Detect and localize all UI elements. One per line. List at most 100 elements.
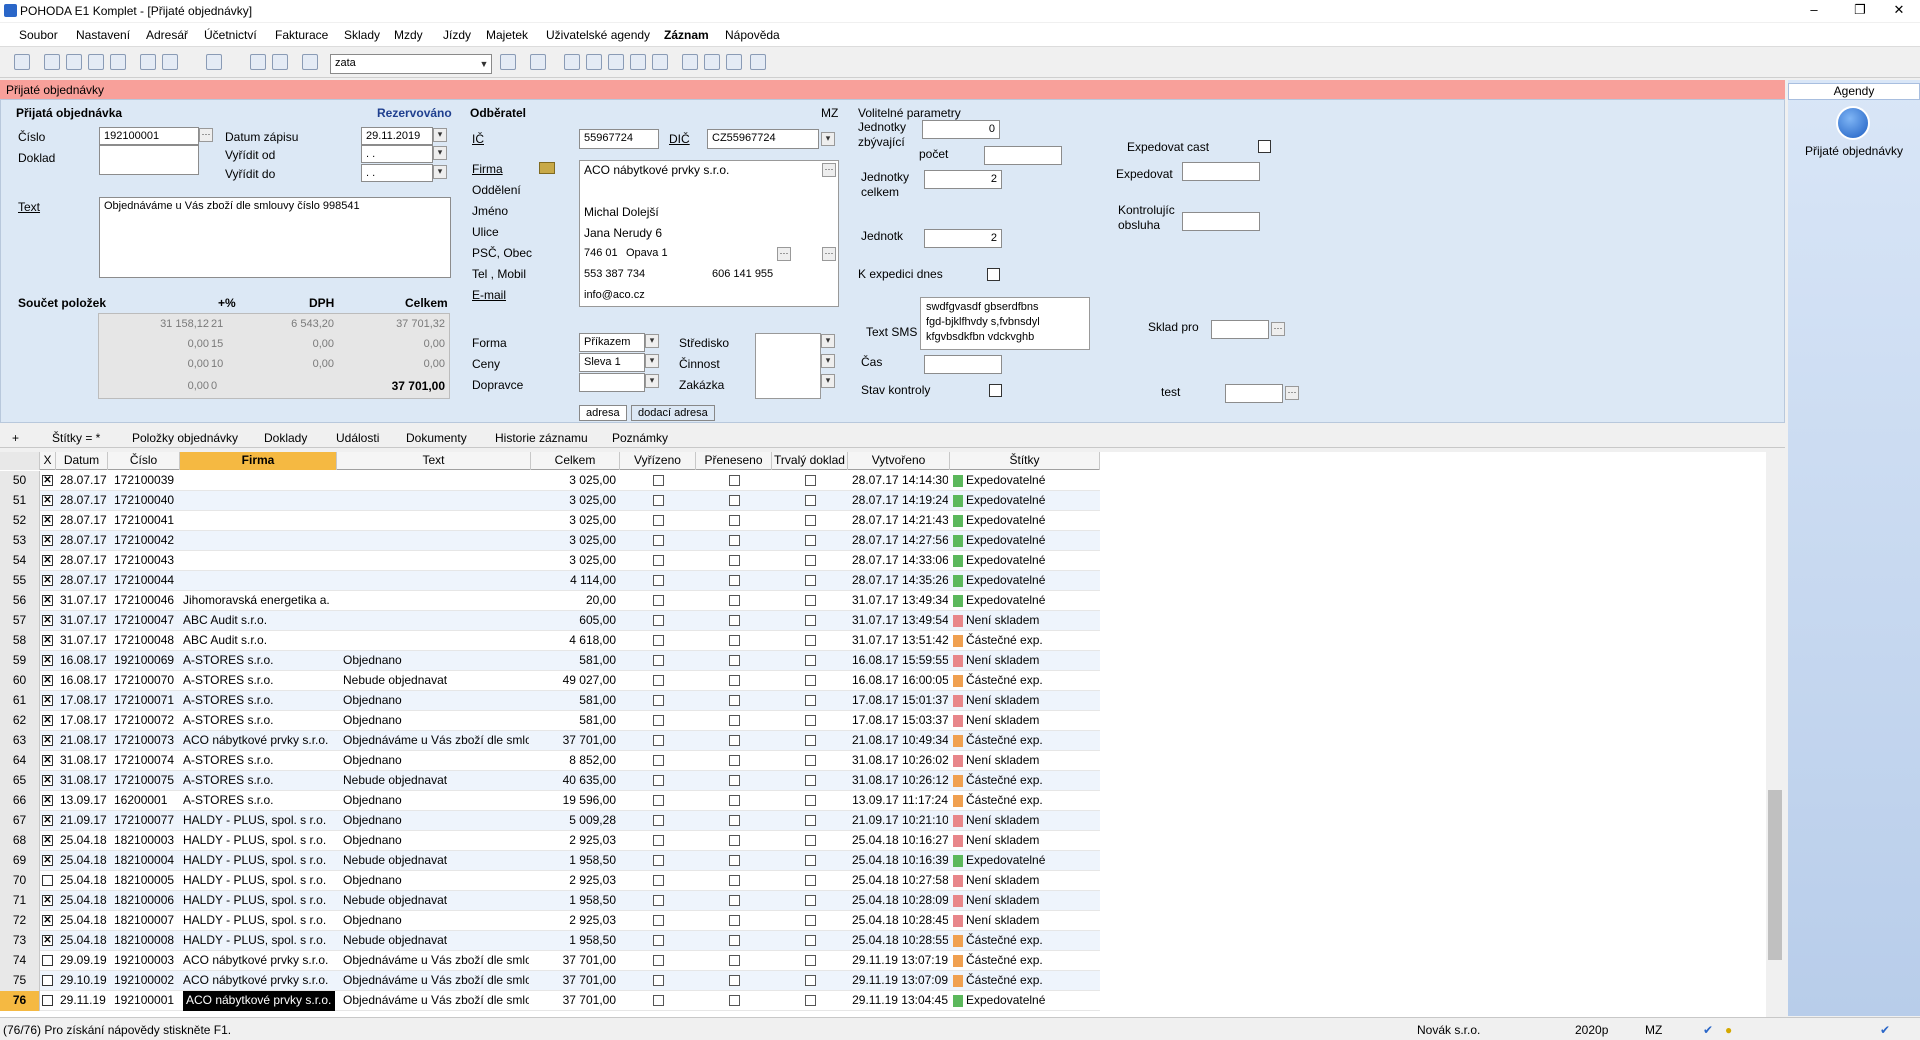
k-expedici-checkbox[interactable] xyxy=(987,268,1000,281)
tab-historie[interactable]: Historie záznamu xyxy=(495,431,588,445)
cell-vyrizeno-checkbox[interactable] xyxy=(653,715,664,726)
cell-preneseno-checkbox[interactable] xyxy=(729,815,740,826)
forma-field[interactable]: Příkazem xyxy=(579,333,645,352)
cinnost-dropdown[interactable]: ▾ xyxy=(821,354,835,368)
agenda-item-prijate-objednavky[interactable]: Přijaté objednávky xyxy=(1788,144,1920,158)
cell-preneseno-checkbox[interactable] xyxy=(729,595,740,606)
cell-vyrizeno-checkbox[interactable] xyxy=(653,895,664,906)
pocet-field[interactable] xyxy=(984,146,1062,165)
cell-vyrizeno-checkbox[interactable] xyxy=(653,835,664,846)
test-field[interactable] xyxy=(1225,384,1283,403)
col-preneseno[interactable]: Přeneseno xyxy=(696,452,772,470)
table-row[interactable]: 52 ✕ 28.07.17 172100041 3 025,00 28.07.17 14:… xyxy=(0,511,1100,531)
cell-preneseno-checkbox[interactable] xyxy=(729,995,740,1006)
jednotky-celkem-field[interactable]: 2 xyxy=(924,170,1002,189)
cell-vyrizeno-checkbox[interactable] xyxy=(653,915,664,926)
back-icon[interactable] xyxy=(206,54,222,70)
panel-icon[interactable] xyxy=(726,54,742,70)
table-row[interactable]: 54 ✕ 28.07.17 172100043 3 025,00 28.07.17 14:… xyxy=(0,551,1100,571)
table-row[interactable]: 56 ✕ 31.07.17 172100046 Jihomoravská energet… xyxy=(0,591,1100,611)
window-icon[interactable] xyxy=(704,54,720,70)
row-select-checkbox[interactable]: ✕ xyxy=(42,615,53,626)
cell-vyrizeno-checkbox[interactable] xyxy=(653,475,664,486)
cell-trvaly-checkbox[interactable] xyxy=(805,935,816,946)
cell-vyrizeno-checkbox[interactable] xyxy=(653,955,664,966)
users-icon[interactable] xyxy=(630,54,646,70)
cell-preneseno-checkbox[interactable] xyxy=(729,975,740,986)
folder-icon[interactable] xyxy=(530,54,546,70)
row-select-checkbox[interactable]: ✕ xyxy=(42,575,53,586)
row-select-checkbox[interactable]: ✕ xyxy=(42,915,53,926)
menu-zaznam[interactable]: Záznam xyxy=(664,28,709,42)
cell-preneseno-checkbox[interactable] xyxy=(729,575,740,586)
menu-ucetnictvi[interactable]: Účetnictví xyxy=(204,28,257,42)
cell-vyrizeno-checkbox[interactable] xyxy=(653,855,664,866)
cell-trvaly-checkbox[interactable] xyxy=(805,635,816,646)
text-sms-field[interactable]: swdfgvasdf gbserdfbns fgd-bjklfhvdy s,fv… xyxy=(920,297,1090,350)
cell-trvaly-checkbox[interactable] xyxy=(805,535,816,546)
refresh-icon[interactable] xyxy=(564,54,580,70)
row-select-checkbox[interactable]: ✕ xyxy=(42,635,53,646)
table-row[interactable]: 63 ✕ 21.08.17 172100073 ACO nábytkové prvky … xyxy=(0,731,1100,751)
cell-vyrizeno-checkbox[interactable] xyxy=(653,815,664,826)
tab-dodaci-adresa[interactable]: dodací adresa xyxy=(631,405,715,421)
cell-preneseno-checkbox[interactable] xyxy=(729,915,740,926)
stav-kontroly-checkbox[interactable] xyxy=(989,384,1002,397)
row-select-checkbox[interactable]: ✕ xyxy=(42,895,53,906)
cell-vyrizeno-checkbox[interactable] xyxy=(653,875,664,886)
cell-preneseno-checkbox[interactable] xyxy=(729,495,740,506)
cell-preneseno-checkbox[interactable] xyxy=(729,835,740,846)
menu-mzdy[interactable]: Mzdy xyxy=(394,28,423,42)
cell-vyrizeno-checkbox[interactable] xyxy=(653,535,664,546)
cell-trvaly-checkbox[interactable] xyxy=(805,835,816,846)
cell-trvaly-checkbox[interactable] xyxy=(805,955,816,966)
cell-trvaly-checkbox[interactable] xyxy=(805,515,816,526)
iban-icon[interactable] xyxy=(652,54,668,70)
row-select-checkbox[interactable] xyxy=(42,875,53,886)
cell-trvaly-checkbox[interactable] xyxy=(805,775,816,786)
grid-scroll-thumb[interactable] xyxy=(1768,790,1782,960)
row-select-checkbox[interactable]: ✕ xyxy=(42,675,53,686)
table-row[interactable]: 60 ✕ 16.08.17 172100070 A-STORES s.r.o. Nebud… xyxy=(0,671,1100,691)
cell-preneseno-checkbox[interactable] xyxy=(729,475,740,486)
row-select-checkbox[interactable]: ✕ xyxy=(42,815,53,826)
menu-jizdy[interactable]: Jízdy xyxy=(443,28,471,42)
search-combo[interactable]: zata xyxy=(330,54,492,74)
firma-picker-button[interactable]: ⋯ xyxy=(822,163,836,177)
cell-trvaly-checkbox[interactable] xyxy=(805,855,816,866)
filter-icon[interactable] xyxy=(500,54,516,70)
add-icon[interactable] xyxy=(140,54,156,70)
table-row[interactable]: 58 ✕ 31.07.17 172100048 ABC Audit s.r.o. 4 61… xyxy=(0,631,1100,651)
zakazka-dropdown[interactable]: ▾ xyxy=(821,374,835,388)
row-select-checkbox[interactable] xyxy=(42,975,53,986)
cell-preneseno-checkbox[interactable] xyxy=(729,635,740,646)
table-row[interactable]: 73 ✕ 25.04.18 182100008 HALDY - PLUS, spol. … xyxy=(0,931,1100,951)
menu-uzivatelske-agendy[interactable]: Uživatelské agendy xyxy=(546,28,650,42)
col-stitky[interactable]: Štítky xyxy=(950,452,1100,470)
cell-vyrizeno-checkbox[interactable] xyxy=(653,935,664,946)
cell-preneseno-checkbox[interactable] xyxy=(729,515,740,526)
vyridit-do-field[interactable]: . . xyxy=(361,164,433,182)
cell-trvaly-checkbox[interactable] xyxy=(805,715,816,726)
cell-trvaly-checkbox[interactable] xyxy=(805,615,816,626)
table-row[interactable]: 62 ✕ 17.08.17 172100072 A-STORES s.r.o. Objed… xyxy=(0,711,1100,731)
cancel-icon[interactable] xyxy=(272,54,288,70)
dopravce-field[interactable] xyxy=(579,373,645,392)
tab-dokumenty[interactable]: Dokumenty xyxy=(406,431,467,445)
menu-sklady[interactable]: Sklady xyxy=(344,28,380,42)
cell-preneseno-checkbox[interactable] xyxy=(729,615,740,626)
print-preview-icon[interactable] xyxy=(66,54,82,70)
row-select-checkbox[interactable]: ✕ xyxy=(42,515,53,526)
layout-icon[interactable] xyxy=(682,54,698,70)
menu-majetek[interactable]: Majetek xyxy=(486,28,528,42)
row-select-checkbox[interactable] xyxy=(42,955,53,966)
row-select-checkbox[interactable]: ✕ xyxy=(42,555,53,566)
vyridit-od-field[interactable]: . . xyxy=(361,145,433,163)
cell-vyrizeno-checkbox[interactable] xyxy=(653,615,664,626)
cell-preneseno-checkbox[interactable] xyxy=(729,735,740,746)
dic-dropdown[interactable]: ▾ xyxy=(821,132,835,146)
cell-trvaly-checkbox[interactable] xyxy=(805,695,816,706)
cell-preneseno-checkbox[interactable] xyxy=(729,675,740,686)
cislo-picker-button[interactable]: ⋯ xyxy=(199,128,213,142)
table-row[interactable]: 74 29.09.19 192100003 ACO nábytkové prvky s… xyxy=(0,951,1100,971)
